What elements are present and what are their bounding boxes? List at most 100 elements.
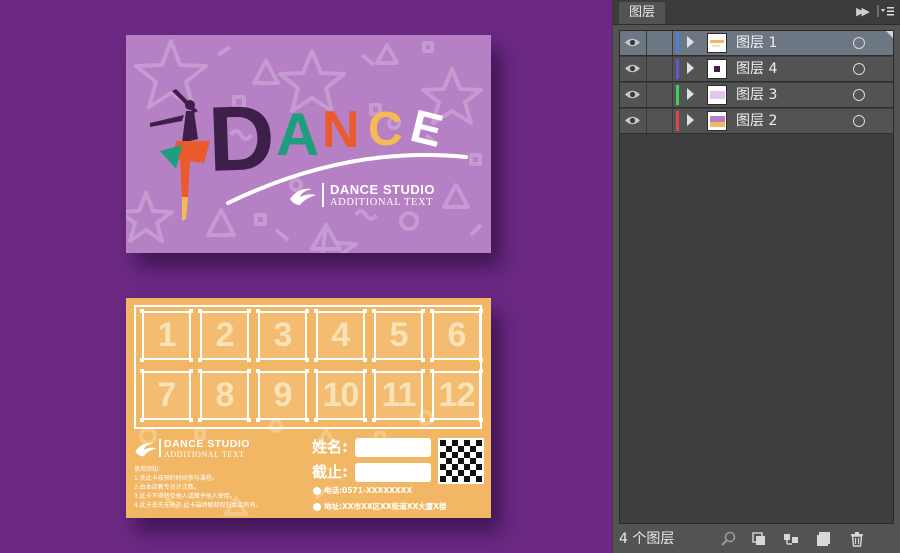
lock-toggle[interactable] — [647, 83, 673, 107]
eye-icon — [625, 64, 640, 73]
punch-cell: 4 — [314, 309, 367, 362]
trash-icon[interactable] — [849, 531, 865, 547]
panel-footer: 4 个图层 — [613, 525, 900, 553]
expand-arrow-icon[interactable] — [687, 88, 694, 100]
note-line: 1.凭此卡按预约时间参与课程。 — [134, 475, 218, 482]
studio-logo-icon — [290, 188, 316, 205]
punch-cell: 5 — [372, 309, 425, 362]
punch-grid: 1 2 3 4 5 6 7 8 9 10 11 12 — [134, 305, 483, 429]
layer-row[interactable]: 图层 1 — [620, 31, 893, 56]
card-back[interactable]: 1 2 3 4 5 6 7 8 9 10 11 12 DANCE STUDIO ADDITIONAL … — [126, 298, 491, 518]
new-layer-icon[interactable] — [816, 531, 832, 547]
layer-color-swatch — [676, 85, 679, 105]
layer-color-swatch — [676, 111, 679, 131]
back-studio-name: DANCE STUDIO — [164, 438, 250, 450]
punch-cell: 12 — [430, 369, 483, 422]
layer-color-swatch — [676, 33, 679, 53]
punch-cell: 3 — [256, 309, 309, 362]
target-circle-icon[interactable] — [853, 115, 865, 127]
punch-number: 7 — [157, 376, 177, 414]
phone-line: 电话:0571-XXXXXXXX — [313, 487, 412, 495]
visibility-toggle[interactable] — [620, 31, 647, 55]
tab-layers[interactable]: 图层 — [619, 2, 666, 24]
card-front[interactable]: D A N C E DANCE STUDIO ADDITIONAL TEXT — [126, 35, 491, 253]
lock-toggle[interactable] — [647, 109, 673, 133]
qr-code — [438, 438, 484, 484]
qr-pattern — [440, 440, 482, 482]
address-line: 地址:XX市XX区XX街道XX大厦X楼 — [313, 503, 447, 511]
target-circle-icon[interactable] — [853, 37, 865, 49]
front-studio-block: DANCE STUDIO ADDITIONAL TEXT — [322, 183, 435, 209]
punch-cell: 1 — [140, 309, 193, 362]
name-field[interactable] — [355, 438, 431, 457]
layer-row[interactable]: 图层 2 — [620, 109, 893, 134]
eye-icon — [625, 38, 640, 47]
punch-cell: 7 — [140, 369, 193, 422]
layer-count: 4 个图层 — [619, 531, 675, 547]
artboard-canvas[interactable]: D A N C E DANCE STUDIO ADDITIONAL TEXT 1… — [0, 0, 612, 553]
punch-cell: 2 — [198, 309, 251, 362]
front-studio-sub: ADDITIONAL TEXT — [330, 197, 434, 208]
back-studio-sub: ADDITIONAL TEXT — [164, 449, 245, 459]
title-letter-c: C — [368, 103, 403, 156]
punch-number: 12 — [438, 376, 476, 414]
clipping-mask-icon[interactable] — [751, 531, 767, 547]
phone-icon — [313, 487, 321, 495]
visibility-toggle[interactable] — [620, 83, 647, 107]
lock-toggle[interactable] — [647, 57, 673, 81]
selection-indicator-icon — [886, 31, 893, 38]
new-sublayer-icon[interactable] — [783, 531, 799, 547]
expire-label: 截止: — [312, 463, 348, 481]
layer-name[interactable]: 图层 1 — [736, 34, 777, 52]
collapse-panel-icon[interactable]: ▶▶ — [856, 5, 870, 18]
layer-thumbnail — [707, 59, 727, 79]
visibility-toggle[interactable] — [620, 57, 647, 81]
back-studio-logo-icon — [135, 443, 157, 457]
punch-number: 4 — [331, 316, 351, 354]
panel-menu-icon[interactable] — [877, 4, 895, 18]
layer-list[interactable]: 图层 1 图层 4 图层 3 图层 2 — [619, 30, 894, 524]
punch-number: 10 — [322, 376, 360, 414]
eye-icon — [625, 116, 640, 125]
front-studio-name: DANCE STUDIO — [330, 182, 435, 197]
punch-cell: 10 — [314, 369, 367, 422]
locate-object-icon[interactable] — [721, 531, 737, 547]
punch-cell: 6 — [430, 309, 483, 362]
punch-number: 8 — [215, 376, 235, 414]
expand-arrow-icon[interactable] — [687, 36, 694, 48]
target-circle-icon[interactable] — [853, 63, 865, 75]
name-label: 姓名: — [312, 438, 348, 456]
layer-thumbnail — [707, 33, 727, 53]
expire-field[interactable] — [355, 463, 431, 482]
panel-tabbar: 图层 ▶▶ — [613, 0, 900, 25]
note-line: 3.此卡不得转交他人或赠予他人使用。 — [134, 493, 236, 500]
layer-color-swatch — [676, 59, 679, 79]
back-studio-block: DANCE STUDIO ADDITIONAL TEXT — [159, 439, 250, 459]
title-letter-a: A — [276, 101, 319, 168]
layer-thumbnail — [707, 85, 727, 105]
layer-name[interactable]: 图层 2 — [736, 112, 777, 130]
punch-number: 3 — [273, 316, 293, 354]
layer-row[interactable]: 图层 3 — [620, 83, 893, 108]
punch-number: 1 — [157, 316, 177, 354]
usage-notes: 使用须知: 1.凭此卡按预约时间参与课程。 2.由本店教专员计次数。 3.此卡不… — [134, 465, 262, 510]
location-icon — [313, 503, 321, 511]
punch-number: 6 — [447, 316, 467, 354]
punch-cell: 11 — [372, 369, 425, 422]
note-line: 使用须知: — [134, 466, 161, 473]
lock-toggle[interactable] — [647, 31, 673, 55]
layer-thumbnail — [707, 111, 727, 131]
target-circle-icon[interactable] — [853, 89, 865, 101]
layer-row[interactable]: 图层 4 — [620, 57, 893, 82]
address-text: 地址:XX市XX区XX街道XX大厦X楼 — [324, 502, 447, 512]
visibility-toggle[interactable] — [620, 109, 647, 133]
expand-arrow-icon[interactable] — [687, 114, 694, 126]
layer-name[interactable]: 图层 3 — [736, 86, 777, 104]
note-line: 4.此卡丢失无补办,此卡最终解释权归本店所有。 — [134, 502, 262, 509]
punch-number: 11 — [381, 376, 417, 414]
expand-arrow-icon[interactable] — [687, 62, 694, 74]
title-letter-n: N — [322, 101, 360, 159]
layer-name[interactable]: 图层 4 — [736, 60, 777, 78]
punch-number: 9 — [273, 376, 293, 414]
layers-panel: 图层 ▶▶ 图层 1 图层 4 图层 3 图层 2 4 个图层 — [612, 0, 900, 553]
